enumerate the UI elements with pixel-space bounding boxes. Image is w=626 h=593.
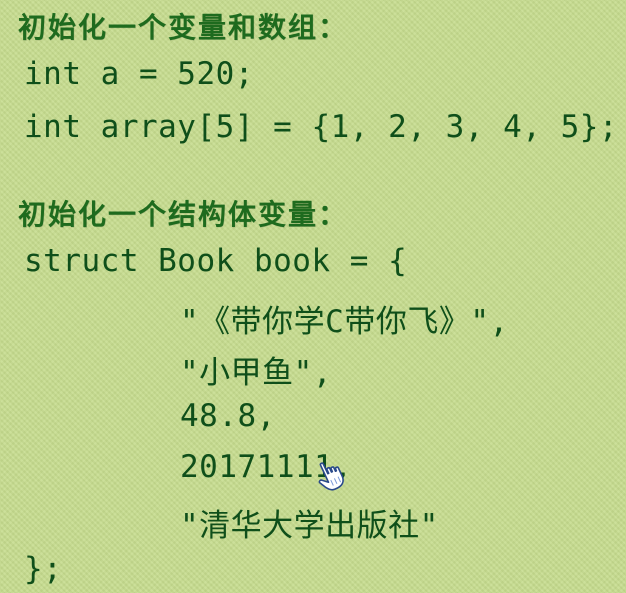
heading-struct: 初始化一个结构体变量： [18,198,349,231]
code-line-int-a: int a = 520; [24,56,254,92]
hand-pointer-icon [318,462,344,491]
code-line-struct-title: "《带你学C带你飞》", [180,304,509,340]
code-line-int-array: int array[5] = {1, 2, 3, 4, 5}; [24,109,619,145]
code-line-struct-open: struct Book book = { [24,243,408,279]
code-line-struct-publisher: "清华大学出版社" [180,508,439,544]
heading-variable-array: 初始化一个变量和数组： [18,11,349,44]
code-line-struct-close: }; [24,551,63,587]
code-line-struct-price: 48.8, [180,398,276,434]
code-line-struct-author: "小甲鱼", [180,355,332,391]
